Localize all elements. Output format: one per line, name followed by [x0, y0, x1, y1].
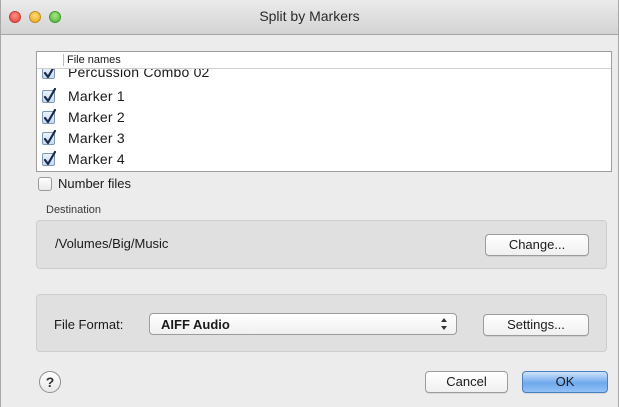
file-name: Marker 2 — [68, 109, 125, 125]
file-names-column-header[interactable]: File names — [37, 52, 611, 69]
number-files-label[interactable]: Number files — [58, 176, 131, 191]
file-checkbox[interactable] — [42, 130, 56, 145]
file-format-label: File Format: — [54, 317, 124, 332]
title-bar[interactable]: Split by Markers — [1, 0, 618, 35]
split-by-markers-dialog: Split by Markers File names Percussion C… — [0, 0, 619, 407]
help-button[interactable]: ? — [39, 371, 61, 393]
file-checkbox[interactable] — [42, 151, 56, 166]
file-format-value: AIFF Audio — [161, 317, 230, 332]
list-item[interactable]: Marker 3 — [37, 128, 611, 149]
destination-label: Destination — [46, 204, 102, 216]
change-button[interactable]: Change... — [485, 234, 589, 256]
file-name: Marker 3 — [68, 130, 125, 146]
file-format-popup[interactable]: AIFF Audio — [149, 313, 457, 335]
list-item[interactable]: Marker 4 — [37, 149, 611, 170]
column-separator — [63, 54, 64, 66]
destination-path: /Volumes/Big/Music — [55, 236, 169, 251]
destination-panel: /Volumes/Big/Music Change... — [36, 220, 607, 269]
settings-button[interactable]: Settings... — [483, 314, 589, 336]
checkmark-icon — [43, 88, 56, 103]
checkmark-icon — [43, 109, 56, 124]
file-names-header-label: File names — [67, 54, 121, 66]
checkmark-icon — [43, 151, 56, 166]
file-checkbox[interactable] — [42, 88, 56, 103]
up-down-arrows-icon — [441, 318, 447, 330]
checkmark-icon — [43, 130, 56, 145]
number-files-checkbox[interactable] — [38, 177, 52, 191]
file-name: Marker 4 — [68, 151, 125, 167]
file-format-panel: File Format: AIFF Audio Settings... — [36, 294, 607, 352]
file-rows: Percussion Combo 02 Marker 1 Marker 2 Ma… — [37, 64, 611, 170]
file-checkbox[interactable] — [42, 109, 56, 124]
ok-button[interactable]: OK — [522, 371, 608, 393]
file-names-list[interactable]: File names Percussion Combo 02 Marker 1 … — [36, 51, 612, 172]
list-item[interactable]: Marker 1 — [37, 86, 611, 107]
window-title: Split by Markers — [259, 8, 360, 24]
cancel-button[interactable]: Cancel — [425, 371, 508, 393]
list-item[interactable]: Marker 2 — [37, 107, 611, 128]
file-name: Marker 1 — [68, 88, 125, 104]
